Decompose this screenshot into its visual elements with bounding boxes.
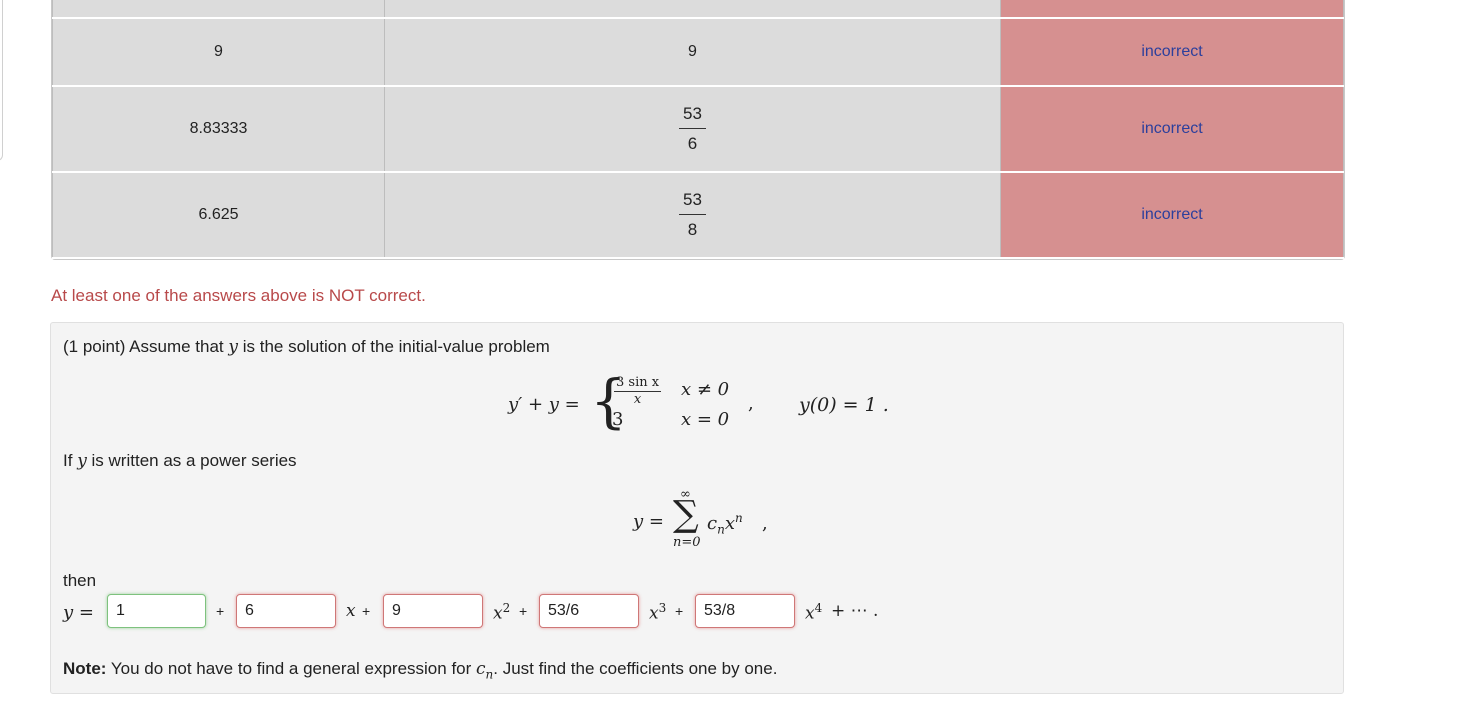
exponent: 4	[814, 601, 823, 615]
series-variable: y	[77, 451, 87, 471]
term-coefficient: c	[707, 513, 718, 534]
x-variable: x	[493, 603, 503, 624]
status-cell: incorrect	[1000, 171, 1344, 259]
series-tail: + ⋯ .	[831, 601, 879, 621]
plus-sign: +	[675, 603, 684, 619]
entered-cell: 8.83333	[52, 85, 385, 173]
note-text: You do not have to find a general expres…	[110, 659, 472, 678]
plus-sign: +	[216, 603, 225, 619]
fraction-denominator: 6	[687, 134, 698, 153]
note-text: . Just find the coefficients one by one.	[493, 659, 778, 678]
term-exponent: n	[734, 511, 743, 525]
case1-numerator: 3 sin x	[614, 375, 662, 392]
fraction-numerator: 53	[679, 190, 706, 215]
ode-comma: ,	[748, 393, 754, 414]
preview-cell	[384, 0, 1001, 19]
series-text: is written as a power series	[91, 451, 297, 470]
preview-cell: 53 8	[384, 171, 1001, 259]
exponent: 2	[502, 601, 511, 615]
preview-cell: 53 6	[384, 85, 1001, 173]
status-cell: incorrect	[1000, 85, 1344, 173]
sum-sign: ∑	[673, 494, 699, 535]
problem-box: (1 point) Assume that y is the solution …	[50, 322, 1344, 694]
table-row: 9 9 incorrect	[52, 17, 1344, 87]
table-row: 8.83333 53 6 incorrect	[52, 85, 1344, 173]
entered-cell	[52, 0, 385, 19]
table-row	[52, 0, 1344, 19]
coefficient-c4-input[interactable]	[695, 594, 795, 628]
series-lhs: y =	[633, 511, 664, 532]
series-equation: y = ∞ ∑ n=0 cnxn ,	[633, 487, 783, 550]
x-variable: x	[805, 603, 815, 624]
sum-lower-limit: n=0	[673, 535, 701, 550]
x-cubed-term: x3	[649, 601, 666, 624]
problem-intro: (1 point) Assume that y is the solution …	[63, 337, 550, 357]
x-squared-term: x2	[493, 601, 510, 624]
coefficient-c3-input[interactable]	[539, 594, 639, 628]
left-panel-edge	[0, 0, 3, 161]
plus-sign: +	[362, 603, 371, 619]
x-term: x	[346, 601, 356, 621]
entered-cell: 6.625	[52, 171, 385, 259]
series-text: If	[63, 451, 73, 470]
preview-fraction: 53 6	[679, 104, 706, 154]
series-comma: ,	[762, 513, 768, 534]
note: Note: You do not have to find a general …	[63, 659, 777, 681]
x-variable: x	[649, 603, 659, 624]
exponent: 3	[658, 601, 667, 615]
then-label: then	[63, 571, 97, 590]
initial-condition: y(0) = 1 .	[799, 394, 889, 416]
term-subscript: n	[717, 522, 725, 537]
intro-variable: y	[228, 337, 238, 357]
fraction-denominator: 8	[687, 220, 698, 239]
case1-denominator: x	[633, 392, 642, 407]
case1-fraction: 3 sin x x	[614, 375, 662, 407]
results-table: 9 9 incorrect 8.83333 53 6 incorrect 6.6…	[51, 0, 1345, 260]
incorrect-warning: At least one of the answers above is NOT…	[51, 286, 426, 305]
table-row: 6.625 53 8 incorrect	[52, 171, 1344, 259]
ode-lhs: y′ + y =	[508, 394, 580, 415]
coefficient-c1-input[interactable]	[236, 594, 336, 628]
answer-lhs: y =	[63, 602, 94, 623]
series-term: cnxn	[707, 511, 743, 537]
status-cell: incorrect	[1000, 17, 1344, 87]
coefficient-symbol: c	[476, 659, 486, 679]
coefficient-c0-input[interactable]	[107, 594, 206, 628]
note-coefficient: cn	[476, 659, 493, 681]
preview-cell: 9	[384, 17, 1001, 87]
plus-sign: +	[519, 603, 528, 619]
intro-text: is the solution of the initial-value pro…	[242, 337, 550, 356]
fraction-numerator: 53	[679, 104, 706, 129]
intro-text: (1 point) Assume that	[63, 337, 224, 356]
preview-fraction: 53 8	[679, 190, 706, 240]
x-fourth-term: x4	[805, 601, 822, 624]
case1-condition: x ≠ 0	[681, 379, 730, 400]
case2-value: 3	[612, 409, 624, 430]
note-label: Note:	[63, 659, 107, 678]
entered-cell: 9	[52, 17, 385, 87]
coefficient-c2-input[interactable]	[383, 594, 483, 628]
case2-condition: x = 0	[681, 409, 730, 430]
term-variable: x	[724, 513, 735, 534]
status-cell	[1000, 0, 1344, 19]
series-intro: If y is written as a power series	[63, 451, 297, 471]
